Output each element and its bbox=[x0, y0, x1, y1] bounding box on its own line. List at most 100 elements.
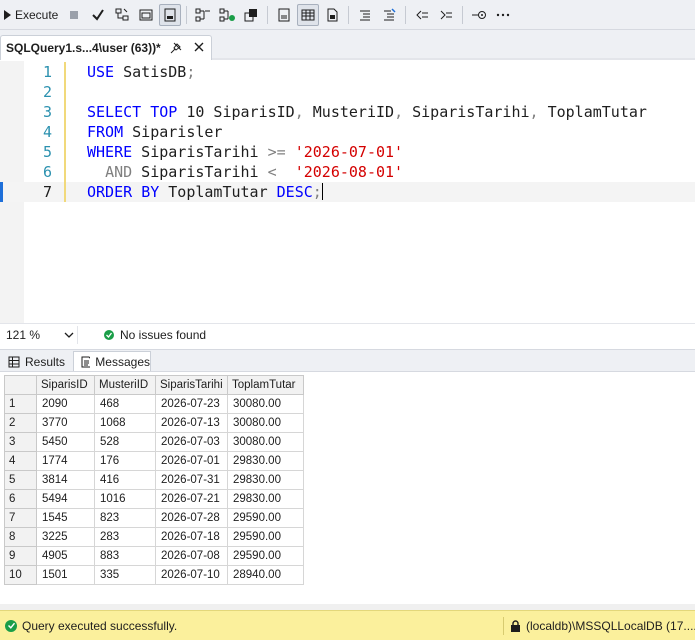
row-number[interactable]: 6 bbox=[4, 489, 37, 509]
code-line[interactable]: 4 FROM Siparisler bbox=[0, 122, 695, 142]
parse-button[interactable] bbox=[87, 4, 109, 26]
table-row[interactable]: 1 2090 468 2026-07-23 30080.00 bbox=[4, 394, 304, 414]
execute-button[interactable]: Execute bbox=[2, 3, 62, 27]
table-row[interactable]: 2 3770 1068 2026-07-13 30080.00 bbox=[4, 413, 304, 433]
tab-results[interactable]: Results bbox=[2, 351, 68, 372]
row-number[interactable]: 10 bbox=[4, 565, 37, 585]
issues-indicator[interactable]: No issues found bbox=[104, 328, 206, 342]
row-number[interactable]: 3 bbox=[4, 432, 37, 452]
grid-cell[interactable]: 2026-07-13 bbox=[155, 413, 228, 433]
grid-cell[interactable]: 2026-07-31 bbox=[155, 470, 228, 490]
column-header-siparistarihi[interactable]: SiparisTarihi bbox=[155, 375, 228, 395]
grid-cell[interactable]: 1545 bbox=[36, 508, 95, 528]
uncomment-button[interactable] bbox=[378, 4, 400, 26]
tab-messages[interactable]: Messages bbox=[73, 351, 151, 372]
grid-cell[interactable]: 823 bbox=[94, 508, 156, 528]
grid-cell[interactable]: 416 bbox=[94, 470, 156, 490]
grid-cell[interactable]: 2026-07-21 bbox=[155, 489, 228, 509]
grid-cell[interactable]: 5494 bbox=[36, 489, 95, 509]
decrease-indent-button[interactable] bbox=[411, 4, 433, 26]
grid-cell[interactable]: 1501 bbox=[36, 565, 95, 585]
grid-cell[interactable]: 2026-07-18 bbox=[155, 527, 228, 547]
grid-cell[interactable]: 29590.00 bbox=[227, 527, 304, 547]
code-line[interactable]: 2 bbox=[0, 82, 695, 102]
grid-cell[interactable]: 28940.00 bbox=[227, 565, 304, 585]
table-row[interactable]: 8 3225 283 2026-07-18 29590.00 bbox=[4, 527, 304, 547]
results-to-grid-button[interactable] bbox=[159, 3, 182, 26]
pin-icon[interactable] bbox=[169, 41, 183, 58]
client-statistics-button[interactable] bbox=[240, 4, 262, 26]
increase-indent-button[interactable] bbox=[435, 4, 457, 26]
grid-cell[interactable]: 2026-07-10 bbox=[155, 565, 228, 585]
specify-values-button[interactable] bbox=[468, 4, 490, 26]
grid-cell[interactable]: 29590.00 bbox=[227, 546, 304, 566]
grid-cell[interactable]: 468 bbox=[94, 394, 156, 414]
code-line[interactable]: 1 USE SatisDB; bbox=[0, 62, 695, 82]
close-icon[interactable] bbox=[193, 41, 205, 56]
row-number[interactable]: 4 bbox=[4, 451, 37, 471]
column-header-toplamtutar[interactable]: ToplamTutar bbox=[227, 375, 304, 395]
table-row[interactable]: 9 4905 883 2026-07-08 29590.00 bbox=[4, 546, 304, 566]
zoom-dropdown[interactable]: 121 % bbox=[4, 325, 78, 344]
grid-cell[interactable]: 1774 bbox=[36, 451, 95, 471]
grid-cell[interactable]: 3225 bbox=[36, 527, 95, 547]
table-row[interactable]: 7 1545 823 2026-07-28 29590.00 bbox=[4, 508, 304, 528]
server-connection[interactable]: (localdb)\MSSQLLocalDB (17.... bbox=[510, 611, 695, 640]
grid-cell[interactable]: 2090 bbox=[36, 394, 95, 414]
code-line[interactable]: 6 AND SiparisTarihi < '2026-08-01' bbox=[0, 162, 695, 182]
grid-cell[interactable]: 29830.00 bbox=[227, 470, 304, 490]
grid-cell[interactable]: 30080.00 bbox=[227, 413, 304, 433]
grid-cell[interactable]: 528 bbox=[94, 432, 156, 452]
results-to-file-button[interactable] bbox=[321, 4, 343, 26]
more-options-button[interactable] bbox=[492, 4, 514, 26]
grid-cell[interactable]: 2026-07-28 bbox=[155, 508, 228, 528]
results-to-text-button[interactable] bbox=[273, 4, 295, 26]
grid-cell[interactable]: 335 bbox=[94, 565, 156, 585]
row-number[interactable]: 2 bbox=[4, 413, 37, 433]
grid-cell[interactable]: 29830.00 bbox=[227, 489, 304, 509]
live-statistics-button[interactable] bbox=[216, 4, 238, 26]
code-line[interactable]: 3 SELECT TOP 10 SiparisID, MusteriID, Sip… bbox=[0, 102, 695, 122]
table-row[interactable]: 3 5450 528 2026-07-03 30080.00 bbox=[4, 432, 304, 452]
grid-cell[interactable]: 4905 bbox=[36, 546, 95, 566]
grid-cell[interactable]: 5450 bbox=[36, 432, 95, 452]
grid-cell[interactable]: 2026-07-01 bbox=[155, 451, 228, 471]
comment-button[interactable] bbox=[354, 4, 376, 26]
tab-sqlquery1[interactable]: SQLQuery1.s...4\user (63))* bbox=[0, 35, 212, 60]
grid-cell[interactable]: 30080.00 bbox=[227, 394, 304, 414]
grid-cell[interactable]: 29590.00 bbox=[227, 508, 304, 528]
column-header-siparisid[interactable]: SiparisID bbox=[36, 375, 95, 395]
grid-cell[interactable]: 2026-07-03 bbox=[155, 432, 228, 452]
grid-cell[interactable]: 2026-07-08 bbox=[155, 546, 228, 566]
grid-cell[interactable]: 2026-07-23 bbox=[155, 394, 228, 414]
grid-cell[interactable]: 1068 bbox=[94, 413, 156, 433]
grid-cell[interactable]: 29830.00 bbox=[227, 451, 304, 471]
grid-corner-cell[interactable] bbox=[4, 375, 37, 395]
table-row[interactable]: 5 3814 416 2026-07-31 29830.00 bbox=[4, 470, 304, 490]
table-row[interactable]: 4 1774 176 2026-07-01 29830.00 bbox=[4, 451, 304, 471]
code-line[interactable]: 7 ORDER BY ToplamTutar DESC; bbox=[0, 182, 695, 202]
row-number[interactable]: 9 bbox=[4, 546, 37, 566]
row-number[interactable]: 1 bbox=[4, 394, 37, 414]
results-grid-toggle[interactable] bbox=[297, 3, 320, 26]
grid-cell[interactable]: 883 bbox=[94, 546, 156, 566]
table-row[interactable]: 10 1501 335 2026-07-10 28940.00 bbox=[4, 565, 304, 585]
row-number[interactable]: 7 bbox=[4, 508, 37, 528]
results-grid[interactable]: SiparisID MusteriID SiparisTarihi Toplam… bbox=[4, 375, 304, 585]
row-number[interactable]: 8 bbox=[4, 527, 37, 547]
row-number[interactable]: 5 bbox=[4, 470, 37, 490]
results-grid-area[interactable]: SiparisID MusteriID SiparisTarihi Toplam… bbox=[0, 371, 695, 604]
code-line[interactable]: 5 WHERE SiparisTarihi >= '2026-07-01' bbox=[0, 142, 695, 162]
query-options-button[interactable] bbox=[135, 4, 157, 26]
grid-cell[interactable]: 3814 bbox=[36, 470, 95, 490]
query-editor[interactable]: 1 USE SatisDB; 2 3 SELECT TOP 10 SiparisID, … bbox=[0, 61, 695, 323]
actual-plan-button[interactable] bbox=[192, 4, 214, 26]
grid-cell[interactable]: 283 bbox=[94, 527, 156, 547]
grid-cell[interactable]: 3770 bbox=[36, 413, 95, 433]
grid-cell[interactable]: 30080.00 bbox=[227, 432, 304, 452]
table-row[interactable]: 6 5494 1016 2026-07-21 29830.00 bbox=[4, 489, 304, 509]
grid-cell[interactable]: 1016 bbox=[94, 489, 156, 509]
grid-cell[interactable]: 176 bbox=[94, 451, 156, 471]
estimated-plan-button[interactable] bbox=[111, 4, 133, 26]
column-header-musteriid[interactable]: MusteriID bbox=[94, 375, 156, 395]
